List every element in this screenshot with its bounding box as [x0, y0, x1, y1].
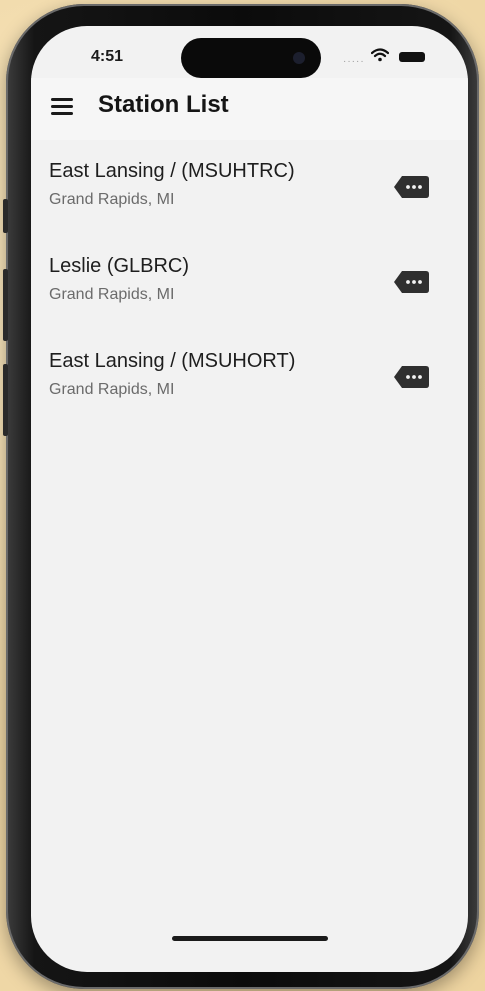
volume-down-button[interactable] [3, 364, 8, 436]
station-item[interactable]: East Lansing / (MSUHTRC) Grand Rapids, M… [31, 140, 468, 235]
battery-icon [399, 52, 425, 62]
menu-icon[interactable] [51, 94, 73, 118]
camera-icon [293, 52, 305, 64]
station-name: East Lansing / (MSUHORT) [49, 350, 296, 372]
wifi-icon [371, 48, 389, 62]
status-time: 4:51 [91, 48, 124, 65]
details-tag-icon[interactable] [392, 364, 430, 390]
station-location: Grand Rapids, MI [49, 191, 175, 208]
details-tag-icon[interactable] [392, 269, 430, 295]
station-item[interactable]: East Lansing / (MSUHORT) Grand Rapids, M… [31, 330, 468, 425]
home-indicator[interactable] [172, 936, 328, 941]
cell-signal-icon: ····· [343, 56, 365, 67]
station-name: East Lansing / (MSUHTRC) [49, 160, 295, 182]
page-title: Station List [98, 91, 229, 118]
station-name: Leslie (GLBRC) [49, 255, 190, 277]
station-item[interactable]: Leslie (GLBRC) Grand Rapids, MI [31, 235, 468, 330]
details-tag-icon[interactable] [392, 174, 430, 200]
volume-up-button[interactable] [3, 269, 8, 341]
station-location: Grand Rapids, MI [49, 286, 175, 303]
app-header: Station List [31, 78, 468, 140]
station-list: East Lansing / (MSUHTRC) Grand Rapids, M… [31, 140, 468, 425]
action-button[interactable] [3, 199, 8, 233]
station-location: Grand Rapids, MI [49, 381, 175, 398]
phone-screen: 4:51 ····· Station List East Lansing / (… [31, 26, 468, 972]
dynamic-island [181, 38, 321, 78]
